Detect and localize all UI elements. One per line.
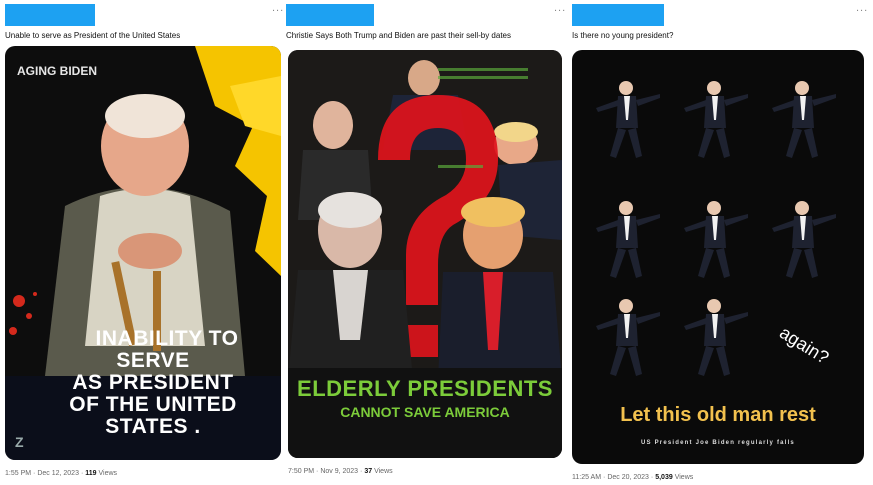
more-options-icon[interactable]: ... [554, 2, 566, 14]
separator: · [650, 474, 654, 481]
post-image[interactable]: ELDERLY PRESIDENTS CANNOT SAVE AMERICA [288, 50, 562, 458]
headline-line: STATES . [105, 415, 201, 438]
post-time[interactable]: 1:55 PM [5, 470, 31, 477]
post-time[interactable]: 7:50 PM [288, 468, 314, 475]
image-headline: INABILITY TO SERVE AS PRESIDENT OF THE U… [5, 328, 281, 438]
falling-figure [592, 296, 664, 387]
image-subheadline: CANNOT SAVE AMERICA [340, 404, 510, 420]
falling-figure [592, 78, 664, 169]
redacted-account-name [5, 4, 95, 26]
falling-figure [592, 198, 664, 289]
falling-figure [768, 78, 840, 169]
views-label: Views [374, 468, 393, 475]
post-caption: Christie Says Both Trump and Biden are p… [286, 31, 511, 40]
image-subline: US President Joe Biden regularly falls [641, 440, 795, 446]
views-label: Views [98, 470, 118, 477]
image-top-label: AGING BIDEN [17, 64, 98, 78]
separator: · [80, 470, 84, 477]
views-count: 5,039 [655, 474, 673, 481]
post-date[interactable]: Nov 9, 2023 [320, 468, 358, 475]
falling-figure [768, 198, 840, 289]
post-meta: 1:55 PM · Dec 12, 2023 · 119 Views [5, 470, 117, 477]
post-date[interactable]: Dec 12, 2023 [37, 470, 79, 477]
falling-figure [680, 78, 752, 169]
post-2: ... Christie Says Both Trump and Biden a… [282, 0, 568, 485]
views-label: Views [674, 474, 694, 481]
headline-line: SERVE [116, 349, 190, 372]
separator: · [603, 474, 606, 481]
post-image[interactable]: AGING BIDEN INABILITY TO SERVE AS PRESID… [5, 46, 281, 460]
separator: · [33, 470, 36, 477]
views-count: 119 [85, 470, 97, 477]
falling-figure [680, 198, 752, 289]
post-meta: 7:50 PM · Nov 9, 2023 · 37 Views [288, 468, 393, 475]
post-3: ... Is there no young president? again? … [568, 0, 873, 485]
post-caption: Is there no young president? [572, 31, 674, 40]
post-image[interactable]: again? Let this old man rest US Presiden… [572, 50, 864, 464]
image-headline: ELDERLY PRESIDENTS [297, 376, 553, 401]
headline-line: AS PRESIDENT [72, 371, 234, 394]
more-options-icon[interactable]: ... [856, 2, 868, 14]
image-headline: Let this old man rest [620, 404, 816, 426]
redacted-account-name [286, 4, 374, 26]
falling-figure [680, 296, 752, 387]
post-1: ... Unable to serve as President of the … [0, 0, 286, 485]
post-meta: 11:25 AM · Dec 20, 2023 · 5,039 Views [572, 474, 693, 481]
headline-line: OF THE UNITED [69, 393, 237, 416]
post-time[interactable]: 11:25 AM [572, 474, 601, 481]
post-caption: Unable to serve as President of the Unit… [5, 31, 181, 40]
redacted-account-name [572, 4, 664, 26]
separator: · [316, 468, 319, 475]
headline-line: INABILITY TO [95, 327, 239, 350]
post-date[interactable]: Dec 20, 2023 [607, 474, 649, 481]
views-count: 37 [364, 468, 373, 475]
corner-mark: Z [15, 434, 24, 450]
tilted-text: again? [776, 322, 833, 368]
separator: · [360, 468, 363, 475]
